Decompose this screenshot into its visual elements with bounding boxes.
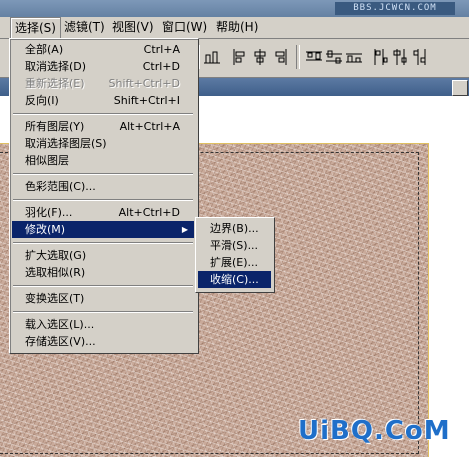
menu-item-label: 修改(M) [25,223,66,236]
menu-item-save-selection[interactable]: 存储选区(V)... [12,333,194,350]
menu-item-all-layers[interactable]: 所有图层(Y) Alt+Ctrl+A [12,118,194,135]
menu-item-shortcut: Ctrl+D [142,60,180,73]
submenu-item-label: 收缩(C)... [210,273,259,286]
menu-item-label: 相似图层 [25,154,69,167]
menu-separator [13,113,193,115]
document-minimize-button[interactable] [452,80,468,96]
distribute-vcenter-icon[interactable] [326,49,342,65]
distribute-left-icon[interactable] [372,49,388,65]
submenu-item-label: 边界(B)... [210,222,259,235]
distribute-right-icon[interactable] [412,49,428,65]
menu-filter[interactable]: 滤镜(T) [60,17,109,38]
menu-item-label: 扩大选取(G) [25,249,87,262]
distribute-bottom-icon[interactable] [346,49,362,65]
menu-help[interactable]: 帮助(H) [212,17,262,38]
submenu-arrow-icon: ▶ [181,225,188,234]
align-hcenter-icon[interactable] [252,49,268,65]
menu-item-label: 变换选区(T) [25,292,85,305]
submenu-item-smooth[interactable]: 平滑(S)... [198,237,271,254]
menu-item-shortcut: Shift+Ctrl+D [108,77,180,90]
align-left-icon[interactable] [232,49,248,65]
watermark-top: BBS.JCWCN.COM [335,2,455,15]
menu-item-label: 选取相似(R) [25,266,86,279]
menu-item-label: 重新选择(E) [25,77,85,90]
menu-window[interactable]: 窗口(W) [158,17,211,38]
distribute-hcenter-icon[interactable] [392,49,408,65]
menu-separator [13,285,193,287]
menu-item-shortcut: Alt+Ctrl+A [119,120,180,133]
menu-item-shortcut: Shift+Ctrl+I [113,94,180,107]
menu-item-shortcut: Ctrl+A [143,43,180,56]
menu-item-label: 所有图层(Y) [25,120,85,133]
menu-item-transform-selection[interactable]: 变换选区(T) [12,290,194,307]
menu-item-reselect: 重新选择(E) Shift+Ctrl+D [12,75,194,92]
menu-item-label: 存储选区(V)... [25,335,96,348]
menu-item-label: 全部(A) [25,43,64,56]
menu-item-label: 反向(I) [25,94,59,107]
modify-submenu: 边界(B)... 平滑(S)... 扩展(E)... 收缩(C)... [195,217,275,293]
menu-item-deselect-layers[interactable]: 取消选择图层(S) [12,135,194,152]
menu-separator [13,199,193,201]
menu-separator [13,242,193,244]
menu-separator [13,311,193,313]
menu-item-deselect[interactable]: 取消选择(D) Ctrl+D [12,58,194,75]
menu-item-load-selection[interactable]: 载入选区(L)... [12,316,194,333]
watermark-bottom: UiBQ.CoM [298,416,451,446]
menu-item-label: 取消选择图层(S) [25,137,107,150]
select-menu-dropdown: 全部(A) Ctrl+A 取消选择(D) Ctrl+D 重新选择(E) Shif… [9,38,199,354]
menu-item-feather[interactable]: 羽化(F)... Alt+Ctrl+D [12,204,194,221]
menu-view[interactable]: 视图(V) [108,17,158,38]
menu-item-similar-layers[interactable]: 相似图层 [12,152,194,169]
distribute-top-icon[interactable] [306,49,322,65]
menu-separator [13,173,193,175]
align-bottom-icon[interactable] [204,49,220,65]
submenu-item-label: 扩展(E)... [210,256,259,269]
menu-item-grow[interactable]: 扩大选取(G) [12,247,194,264]
submenu-item-contract[interactable]: 收缩(C)... [198,271,271,288]
submenu-item-expand[interactable]: 扩展(E)... [198,254,271,271]
align-right-icon[interactable] [272,49,288,65]
menu-item-all[interactable]: 全部(A) Ctrl+A [12,41,194,58]
submenu-item-border[interactable]: 边界(B)... [198,220,271,237]
menu-select[interactable]: 选择(S) [10,17,61,38]
menu-item-inverse[interactable]: 反向(I) Shift+Ctrl+I [12,92,194,109]
menu-item-label: 取消选择(D) [25,60,87,73]
menu-item-label: 羽化(F)... [25,206,73,219]
menu-item-label: 色彩范围(C)... [25,180,96,193]
menu-item-shortcut: Alt+Ctrl+D [118,206,180,219]
menu-item-label: 载入选区(L)... [25,318,95,331]
submenu-item-label: 平滑(S)... [210,239,259,252]
menu-item-modify[interactable]: 修改(M) ▶ [12,221,194,238]
menu-item-similar[interactable]: 选取相似(R) [12,264,194,281]
menu-item-color-range[interactable]: 色彩范围(C)... [12,178,194,195]
toolbar-separator [296,45,300,69]
